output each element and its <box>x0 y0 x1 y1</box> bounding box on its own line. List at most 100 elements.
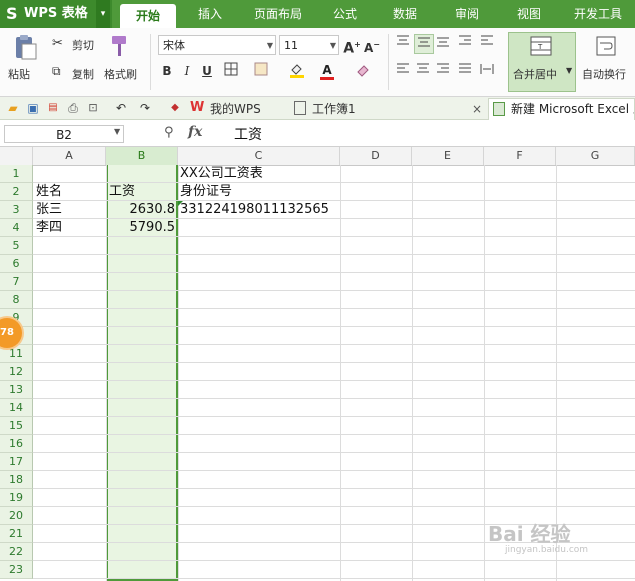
paste-icon[interactable] <box>10 34 42 60</box>
export-pdf-icon[interactable]: ▤ <box>44 99 62 117</box>
row-header[interactable]: 14 <box>0 399 33 417</box>
fill-color-icon[interactable] <box>288 62 306 80</box>
app-menu-button[interactable]: S WPS 表格 ▾ <box>0 0 112 28</box>
cell-c3[interactable]: 331224198011132565 <box>180 201 329 219</box>
row-header[interactable]: 19 <box>0 489 33 507</box>
tab-home[interactable]: 开始 <box>120 4 176 28</box>
open-folder-icon[interactable]: ▰ <box>4 99 22 117</box>
row-header[interactable]: 1 <box>0 165 33 183</box>
clear-format-icon[interactable] <box>354 62 372 80</box>
bold-button[interactable]: B <box>158 62 176 80</box>
cut-icon[interactable]: ✂ <box>52 36 63 51</box>
cell-b3[interactable]: 2630.8 <box>108 201 176 219</box>
align-bottom-icon[interactable] <box>434 34 452 52</box>
row-header[interactable]: 12 <box>0 363 33 381</box>
column-header-e[interactable]: E <box>412 147 484 165</box>
tab-insert[interactable]: 插入 <box>184 0 236 28</box>
tab-data[interactable]: 数据 <box>380 0 430 28</box>
copy-button[interactable]: 复制 <box>72 66 94 82</box>
chevron-down-icon[interactable]: ▼ <box>566 66 572 75</box>
row-header[interactable]: 21 <box>0 525 33 543</box>
format-painter-icon[interactable] <box>110 34 132 61</box>
row-header[interactable]: 23 <box>0 561 33 579</box>
row-header[interactable]: 2 <box>0 183 33 201</box>
cell-a2[interactable]: 姓名 <box>36 183 62 201</box>
format-painter-button[interactable]: 格式刷 <box>104 66 137 82</box>
tab-view[interactable]: 视图 <box>504 0 554 28</box>
tab-page-layout[interactable]: 页面布局 <box>246 0 310 28</box>
customize-icon[interactable]: ◆ <box>166 99 184 117</box>
justify-icon[interactable] <box>456 62 474 80</box>
cell-a4[interactable]: 李四 <box>36 219 62 237</box>
decrease-font-icon[interactable]: A− <box>363 36 381 55</box>
chevron-down-icon[interactable]: ▼ <box>114 127 120 136</box>
auto-wrap-icon[interactable] <box>596 36 616 59</box>
tab-review[interactable]: 审阅 <box>442 0 492 28</box>
tab-formulas[interactable]: 公式 <box>320 0 370 28</box>
error-indicator-icon[interactable] <box>178 201 183 206</box>
zoom-search-icon[interactable]: ⚲ <box>164 125 174 140</box>
row-header[interactable]: 4 <box>0 219 33 237</box>
decrease-indent-icon[interactable] <box>456 34 474 52</box>
formula-input[interactable]: 工资 <box>234 124 262 144</box>
undo-icon[interactable]: ↶ <box>112 99 130 117</box>
column-header-f[interactable]: F <box>484 147 556 165</box>
grid-line <box>33 506 635 507</box>
italic-button[interactable]: I <box>178 62 196 80</box>
align-middle-icon[interactable] <box>414 34 434 54</box>
row-header[interactable]: 22 <box>0 543 33 561</box>
column-header-c[interactable]: C <box>178 147 340 165</box>
redo-icon[interactable]: ↷ <box>136 99 154 117</box>
doc-tab-workbook1[interactable]: 工作簿1 <box>312 98 356 120</box>
row-header[interactable]: 17 <box>0 453 33 471</box>
close-tab-icon[interactable]: × <box>472 98 482 120</box>
font-size-select[interactable]: 11 ▼ <box>279 35 339 55</box>
app-menu-arrow-icon[interactable]: ▾ <box>96 0 110 28</box>
row-header[interactable]: 8 <box>0 291 33 309</box>
select-all-corner[interactable] <box>0 147 33 165</box>
row-header[interactable]: 18 <box>0 471 33 489</box>
underline-button[interactable]: U <box>198 62 216 80</box>
cell-b2[interactable]: 工资 <box>109 183 135 201</box>
paste-button[interactable]: 粘贴 <box>8 66 30 82</box>
row-header[interactable]: 15 <box>0 417 33 435</box>
app-name: WPS 表格 <box>24 6 88 21</box>
cut-button[interactable]: 剪切 <box>72 37 94 53</box>
distribute-icon[interactable] <box>478 62 496 80</box>
cell-style-icon[interactable] <box>252 62 270 80</box>
align-left-icon[interactable] <box>394 62 412 80</box>
cell-b4[interactable]: 5790.5 <box>108 219 176 237</box>
column-header-b[interactable]: B <box>106 147 178 165</box>
name-box[interactable]: B2 <box>4 125 124 143</box>
doc-tab-my-wps[interactable]: 我的WPS <box>210 98 261 120</box>
row-header[interactable]: 13 <box>0 381 33 399</box>
align-top-icon[interactable] <box>394 34 412 52</box>
auto-wrap-button[interactable]: 自动换行 <box>582 66 626 82</box>
cell-c2[interactable]: 身份证号 <box>180 183 232 201</box>
print-preview-icon[interactable]: ⊡ <box>84 99 102 117</box>
font-name-select[interactable]: 宋体 ▼ <box>158 35 276 55</box>
row-header[interactable]: 20 <box>0 507 33 525</box>
row-header[interactable]: 5 <box>0 237 33 255</box>
row-header[interactable]: 16 <box>0 435 33 453</box>
cell-c1[interactable]: XX公司工资表 <box>180 165 263 183</box>
fx-icon[interactable]: fx <box>188 124 202 140</box>
doc-tab-active[interactable]: 新建 Microsoft Excel 工 <box>488 98 635 120</box>
tab-developer[interactable]: 开发工具 <box>566 0 630 28</box>
cell-a3[interactable]: 张三 <box>36 201 62 219</box>
save-icon[interactable]: ▣ <box>24 99 42 117</box>
row-header[interactable]: 3 <box>0 201 33 219</box>
column-header-g[interactable]: G <box>556 147 635 165</box>
copy-icon[interactable]: ⧉ <box>52 64 61 79</box>
font-color-swatch <box>320 77 334 80</box>
align-right-icon[interactable] <box>434 62 452 80</box>
increase-indent-icon[interactable] <box>478 34 496 52</box>
row-header[interactable]: 6 <box>0 255 33 273</box>
column-header-d[interactable]: D <box>340 147 412 165</box>
align-center-icon[interactable] <box>414 62 432 80</box>
row-header[interactable]: 7 <box>0 273 33 291</box>
print-icon[interactable]: ⎙ <box>64 99 82 117</box>
column-header-a[interactable]: A <box>33 147 106 165</box>
increase-font-icon[interactable]: A+ <box>343 36 361 57</box>
borders-icon[interactable] <box>222 62 240 80</box>
